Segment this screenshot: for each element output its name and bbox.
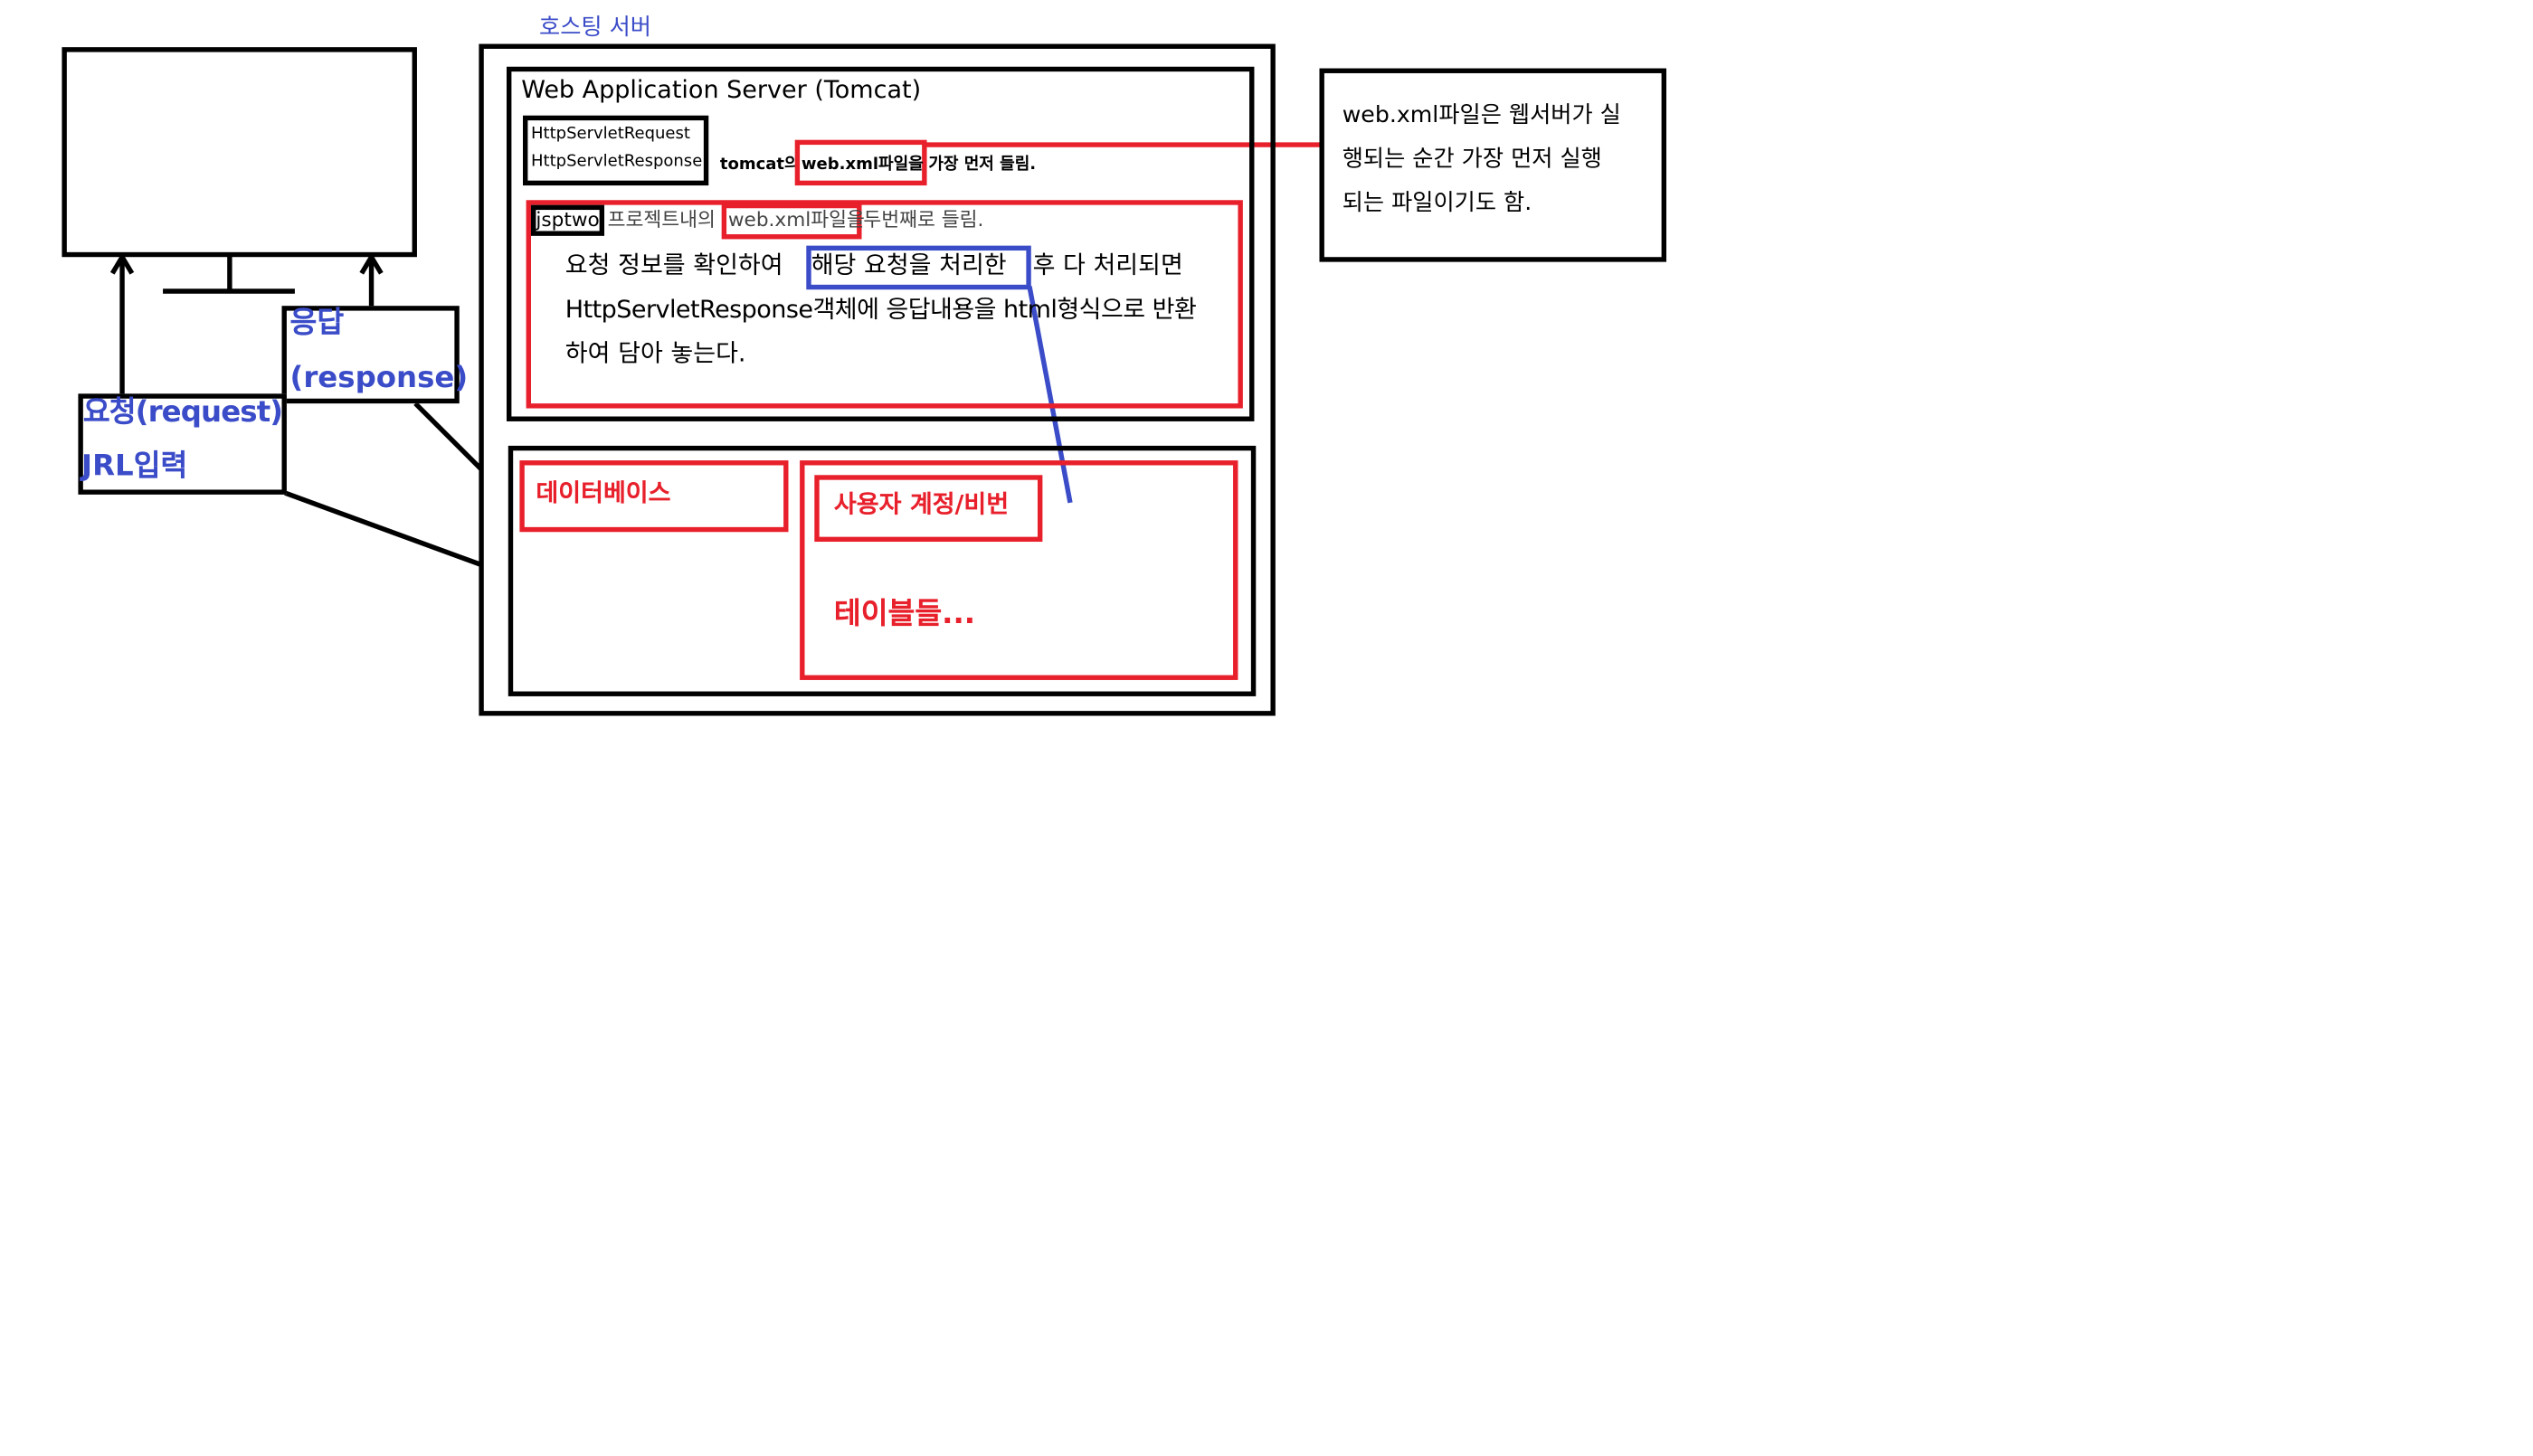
project-mid-text: 프로젝트내의 (607, 208, 716, 232)
response-label-line1: 응답 (289, 306, 345, 340)
tomcat-webxml-text: web.xml파일을 (801, 156, 924, 175)
desc-line3: 하여 담아 놓는다. (564, 338, 746, 368)
tomcat-prefix-text: tomcat의 (719, 156, 800, 175)
tables-label: 테이블들... (833, 597, 976, 631)
desc-line1-post: 후 다 처리되면 (1032, 251, 1183, 280)
project-webxml-text: web.xml파일을 (727, 208, 865, 232)
client-monitor-screen (62, 47, 417, 258)
project-name-text: jsptwo (536, 208, 600, 232)
note-line1: web.xml파일은 웹서버가 실 (1342, 102, 1621, 129)
tomcat-suffix-text: 가장 먼저 들림. (928, 156, 1037, 175)
desc-line2: HttpServletResponse객체에 응답내용을 html형식으로 반환 (564, 294, 1197, 324)
desc-highlight-text: 해당 요청을 처리한 (811, 251, 1007, 280)
request-to-server-line (284, 490, 482, 567)
hosting-server-title: 호스팅 서버 (538, 14, 651, 41)
project-suffix-text: 두번째로 들림. (863, 208, 984, 232)
request-label-line1: 요청(request) (82, 395, 283, 430)
response-label-line2: (response) (289, 361, 469, 396)
request-label-line2: JRL입력 (81, 449, 188, 484)
servlet-request-label: HttpServletRequest (530, 125, 690, 144)
database-label: 데이터베이스 (536, 477, 671, 508)
account-label: 사용자 계정/비번 (833, 489, 1010, 519)
was-title: Web Application Server (Tomcat) (521, 74, 922, 105)
desc-line1-pre: 요청 정보를 확인하여 (564, 251, 783, 280)
response-to-server-line (413, 402, 483, 470)
diagram-canvas: 응답 (response) 요청(request) JRL입력 호스팅 서버 W… (0, 0, 2533, 1456)
note-line3: 되는 파일이기도 함. (1342, 190, 1532, 217)
servlet-response-label: HttpServletResponse (530, 153, 703, 171)
note-line2: 행되는 순간 가장 먼저 실행 (1342, 146, 1602, 173)
